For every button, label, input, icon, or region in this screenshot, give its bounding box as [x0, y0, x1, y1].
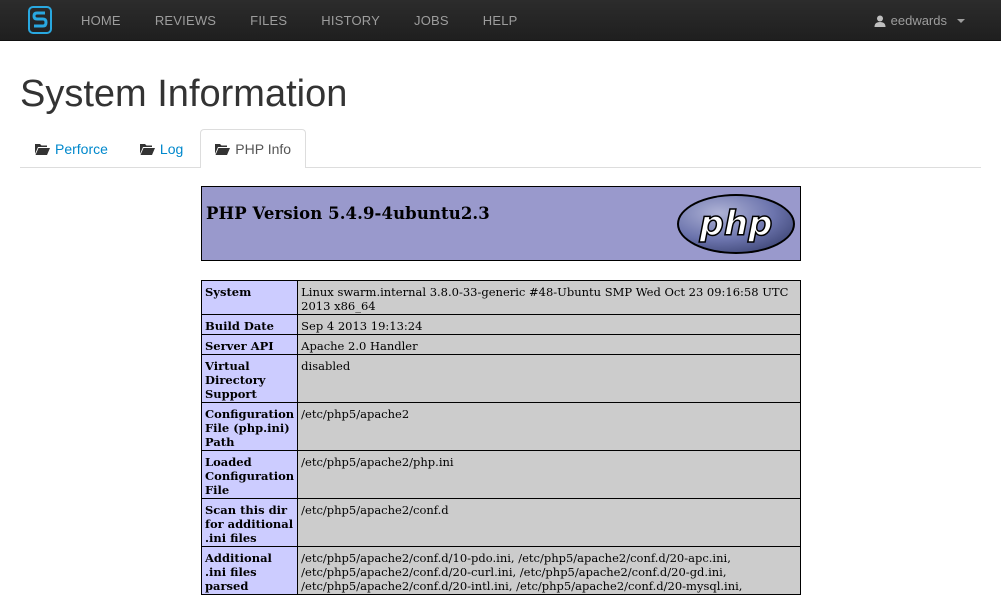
username: eedwards: [890, 13, 947, 28]
php-logo-icon: php: [677, 194, 795, 254]
user-menu[interactable]: eedwards: [874, 0, 965, 41]
row-key: Build Date: [200, 314, 299, 335]
tab-bar: Perforce Log PHP Info: [20, 129, 981, 168]
folder-open-icon: [215, 144, 231, 155]
tab-label: Log: [159, 140, 184, 157]
nav-history[interactable]: HISTORY: [304, 0, 397, 41]
table-row: Build Date Sep 4 2013 19:13:24: [200, 314, 801, 335]
row-value: /etc/php5/apache2: [297, 402, 801, 451]
table-row: Configuration File (php.ini) Path/etc/ph…: [200, 402, 801, 451]
row-value: /etc/php5/apache2/conf.d/10-pdo.ini, /et…: [297, 546, 801, 595]
row-value: Linux swarm.internal 3.8.0-33-generic #4…: [297, 280, 801, 315]
row-key: Scan this dir for additional .ini files: [200, 498, 299, 547]
main-nav: HOME REVIEWS FILES HISTORY JOBS HELP: [80, 0, 535, 41]
tab-perforce[interactable]: Perforce: [20, 129, 123, 167]
row-value: Sep 4 2013 19:13:24: [297, 314, 801, 335]
user-icon: [874, 15, 886, 27]
php-version-header: PHP Version 5.4.9-4ubuntu2.3 php: [201, 186, 801, 261]
row-value: /etc/php5/apache2/conf.d: [297, 498, 801, 547]
nav-files[interactable]: FILES: [233, 0, 304, 41]
row-key: Virtual Directory Support: [200, 354, 299, 403]
nav-help[interactable]: HELP: [466, 0, 535, 41]
brand-logo[interactable]: [0, 0, 80, 41]
row-key: Configuration File (php.ini) Path: [200, 402, 299, 451]
table-row: Server API Apache 2.0 Handler: [200, 334, 801, 355]
folder-open-icon: [35, 143, 50, 155]
row-value: Apache 2.0 Handler: [297, 334, 801, 355]
table-row: Loaded Configuration File/etc/php5/apach…: [200, 450, 801, 499]
row-value: /etc/php5/apache2/php.ini: [297, 450, 801, 499]
php-logo-text: php: [699, 204, 773, 244]
table-row: System Linux swarm.internal 3.8.0-33-gene…: [200, 280, 801, 315]
chevron-down-icon: [957, 18, 965, 23]
php-version-title: PHP Version 5.4.9-4ubuntu2.3: [206, 204, 490, 223]
tab-label: Perforce: [55, 140, 108, 157]
nav-reviews[interactable]: REVIEWS: [138, 0, 233, 41]
tab-php-info[interactable]: PHP Info: [200, 129, 307, 168]
nav-home[interactable]: HOME: [80, 0, 138, 41]
swarm-logo-icon: [28, 6, 52, 34]
folder-open-icon: [139, 143, 155, 155]
table-row: Virtual Directory Support disabled: [200, 354, 801, 403]
nav-jobs[interactable]: JOBS: [397, 0, 466, 41]
row-key: Additional .ini files parsed: [200, 546, 299, 595]
php-info-table: System Linux swarm.internal 3.8.0-33-gene…: [200, 280, 801, 595]
php-info-panel: PHP Version 5.4.9-4ubuntu2.3 php System L…: [200, 186, 801, 595]
row-key: System: [200, 280, 299, 315]
table-row: Scan this dir for additional .ini files /…: [200, 498, 801, 547]
top-navbar: HOME REVIEWS FILES HISTORY JOBS HELP eed…: [0, 0, 1001, 41]
tab-label: PHP Info: [235, 141, 292, 157]
row-key: Loaded Configuration File: [200, 450, 299, 499]
row-value: disabled: [297, 354, 801, 403]
row-key: Server API: [200, 334, 299, 355]
table-row: Additional .ini files parsed/etc/php5/ap…: [200, 546, 801, 595]
page-title: System Information: [20, 73, 348, 115]
tab-log[interactable]: Log: [125, 129, 198, 167]
